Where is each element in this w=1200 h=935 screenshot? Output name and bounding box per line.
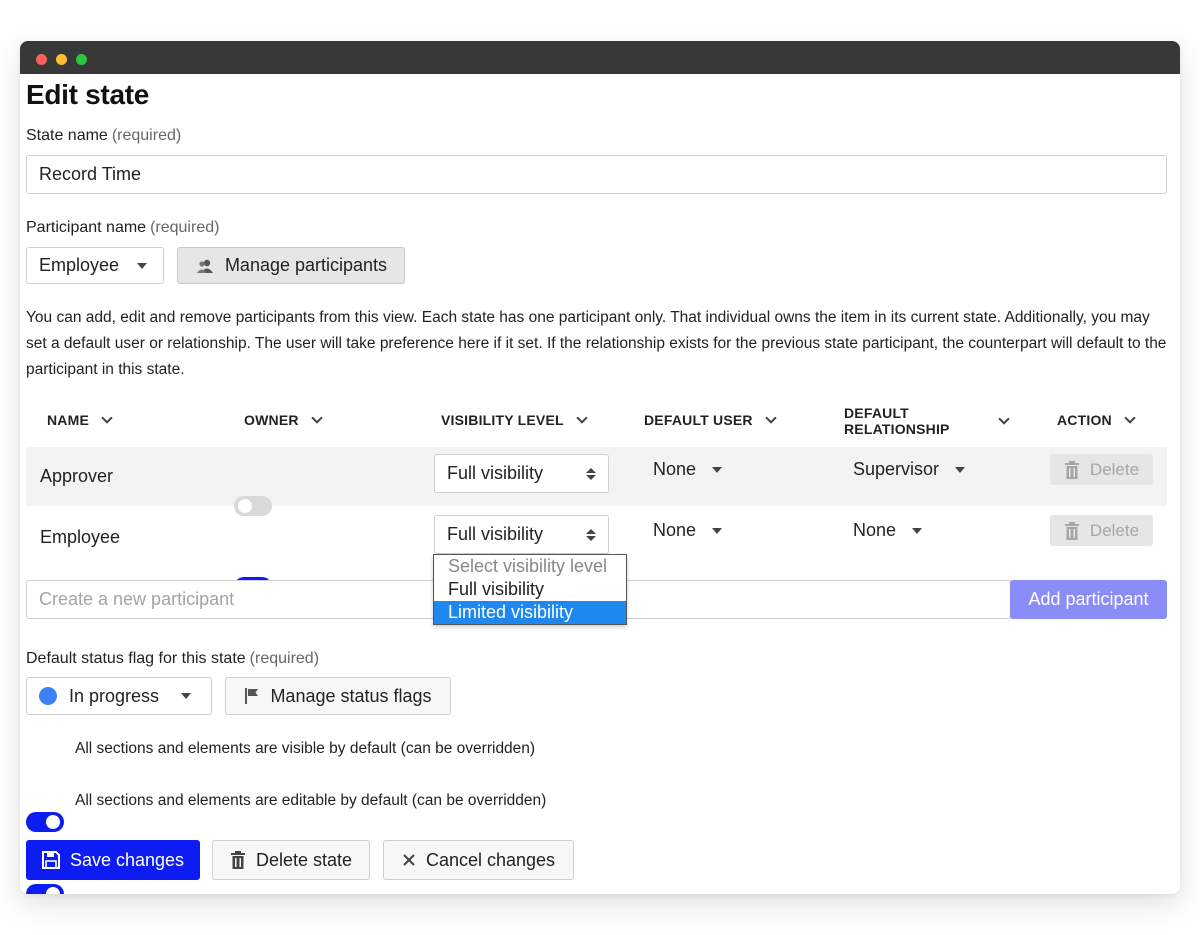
column-header-name[interactable]: NAME (47, 411, 113, 428)
chevron-down-icon (576, 411, 588, 424)
participant-select[interactable]: Employee (26, 247, 164, 284)
delete-participant-button[interactable]: Delete (1050, 454, 1153, 485)
column-header-visibility[interactable]: VISIBILITY LEVEL (441, 411, 588, 428)
state-name-input[interactable]: Record Time (26, 155, 1167, 194)
column-header-owner[interactable]: OWNER (244, 411, 323, 428)
default-relationship-value: Supervisor (853, 459, 940, 479)
add-participant-button[interactable]: Add participant (1010, 580, 1167, 619)
visibility-select-value: Full visibility (447, 524, 544, 544)
cancel-changes-button[interactable]: Cancel changes (383, 840, 574, 880)
column-header-default-relationship-line2: RELATIONSHIP (844, 421, 950, 437)
save-changes-label: Save changes (69, 849, 185, 870)
delete-participant-label: Delete (1089, 520, 1140, 540)
default-user-select[interactable]: None (653, 520, 723, 541)
save-changes-button[interactable]: Save changes (26, 840, 200, 880)
row-name: Approver (40, 466, 114, 486)
participants-description: You can add, edit and remove participant… (26, 309, 1167, 378)
column-header-name-label: NAME (47, 412, 90, 428)
state-name-label-text: State name (26, 127, 108, 144)
trash-icon (230, 851, 245, 869)
visibility-dropdown-list: Select visibility level Full visibility … (433, 554, 627, 625)
column-header-owner-label: OWNER (244, 412, 299, 428)
close-icon (403, 854, 415, 866)
column-header-default-relationship-label: DEFAULT RELATIONSHIP (844, 405, 950, 437)
maximize-window-button[interactable] (76, 54, 87, 65)
sort-arrows-icon (586, 467, 596, 480)
caret-down-icon (137, 262, 148, 269)
column-header-default-relationship-line1: DEFAULT (844, 405, 909, 421)
row-name: Employee (40, 527, 121, 547)
default-relationship-select[interactable]: None (853, 520, 923, 541)
status-flag-label-text: Default status flag for this state (26, 650, 246, 667)
visibility-select[interactable]: Full visibility (434, 454, 609, 493)
chevron-down-icon (101, 411, 113, 424)
dropdown-option[interactable]: Full visibility (434, 578, 626, 601)
flag-icon (245, 688, 259, 704)
caret-down-icon (712, 466, 723, 473)
status-color-dot (39, 687, 57, 705)
trash-icon (1064, 521, 1079, 540)
chevron-down-icon (997, 412, 1010, 425)
column-header-action-label: ACTION (1057, 412, 1112, 428)
visible-by-default-toggle[interactable] (26, 812, 64, 832)
toggle-knob (238, 499, 252, 513)
column-header-visibility-label: VISIBILITY LEVEL (441, 412, 564, 428)
column-header-default-user-label: DEFAULT USER (644, 412, 753, 428)
participant-name-label-text: Participant name (26, 219, 147, 236)
visible-by-default-label: All sections and elements are visible by… (75, 740, 536, 757)
caret-down-icon (181, 693, 192, 699)
delete-participant-button[interactable]: Delete (1050, 515, 1153, 546)
visibility-select-value: Full visibility (447, 463, 544, 483)
title-bar (20, 41, 1180, 74)
default-relationship-value: None (853, 520, 897, 540)
toggle-knob (46, 887, 60, 894)
status-flag-value: In progress (69, 685, 160, 706)
column-header-action[interactable]: ACTION (1057, 411, 1136, 428)
default-user-select[interactable]: None (653, 459, 723, 480)
caret-down-icon (955, 466, 966, 473)
minimize-window-button[interactable] (56, 54, 67, 65)
caret-down-icon (912, 527, 923, 534)
status-flag-label: Default status flag for this state (requi… (26, 650, 319, 668)
owner-toggle[interactable] (234, 496, 272, 516)
cancel-changes-label: Cancel changes (425, 849, 556, 870)
state-name-label: State name (required) (26, 127, 181, 145)
manage-participants-button[interactable]: Manage participants (177, 247, 405, 284)
page-title: Edit state (26, 79, 150, 110)
users-icon (196, 259, 213, 273)
column-header-default-relationship[interactable]: DEFAULT RELATIONSHIP (844, 405, 1010, 437)
required-note: (required) (111, 127, 182, 144)
delete-state-button[interactable]: Delete state (212, 840, 370, 880)
chevron-down-icon (765, 411, 777, 424)
manage-status-flags-button[interactable]: Manage status flags (225, 677, 451, 715)
chevron-down-icon (311, 411, 323, 424)
delete-participant-label: Delete (1089, 459, 1140, 479)
editable-by-default-toggle[interactable] (26, 884, 64, 894)
chevron-down-icon (1124, 411, 1136, 424)
app-window: Edit state State name (required) Record T… (20, 41, 1180, 894)
delete-state-label: Delete state (255, 849, 353, 870)
required-note: (required) (150, 219, 220, 236)
status-flag-select[interactable]: In progress (26, 677, 212, 715)
visibility-select[interactable]: Full visibility (434, 515, 609, 554)
save-icon (41, 851, 60, 869)
trash-icon (1064, 460, 1079, 479)
required-note: (required) (249, 650, 320, 667)
default-user-value: None (653, 520, 697, 540)
editable-by-default-label: All sections and elements are editable b… (75, 792, 547, 809)
manage-status-flags-label: Manage status flags (270, 685, 432, 706)
column-header-default-user[interactable]: DEFAULT USER (644, 411, 777, 428)
close-window-button[interactable] (36, 54, 47, 65)
toggle-knob (46, 815, 60, 829)
dropdown-option-highlighted[interactable]: Limited visibility (434, 601, 626, 624)
sort-arrows-icon (586, 528, 596, 541)
default-user-value: None (653, 459, 697, 479)
participant-select-value: Employee (39, 255, 120, 275)
participant-name-label: Participant name (required) (26, 219, 219, 237)
dropdown-option[interactable]: Select visibility level (434, 555, 626, 578)
default-relationship-select[interactable]: Supervisor (853, 459, 966, 480)
manage-participants-label: Manage participants (224, 255, 388, 275)
caret-down-icon (712, 527, 723, 534)
